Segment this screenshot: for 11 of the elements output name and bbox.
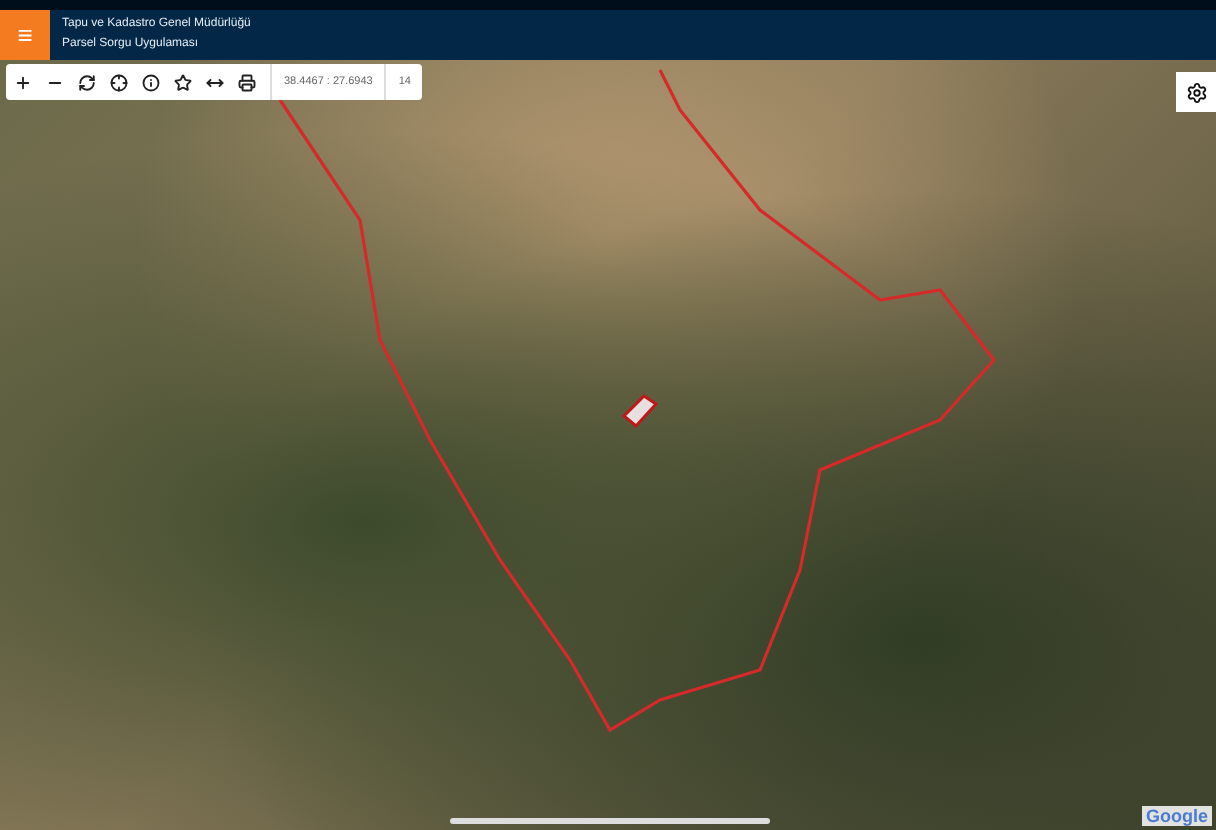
refresh-icon [77,73,95,91]
menu-button[interactable]: ≡ [0,10,50,60]
map-attribution: Google [1142,806,1212,826]
zoom-in-icon [13,73,31,91]
crosshair-icon [109,73,127,91]
printer-icon [237,73,255,91]
settings-icon [1185,81,1207,103]
settings-button[interactable] [1176,72,1216,112]
star-icon [173,73,191,91]
horizontal-arrows-icon [205,73,223,91]
info-icon [141,73,159,91]
